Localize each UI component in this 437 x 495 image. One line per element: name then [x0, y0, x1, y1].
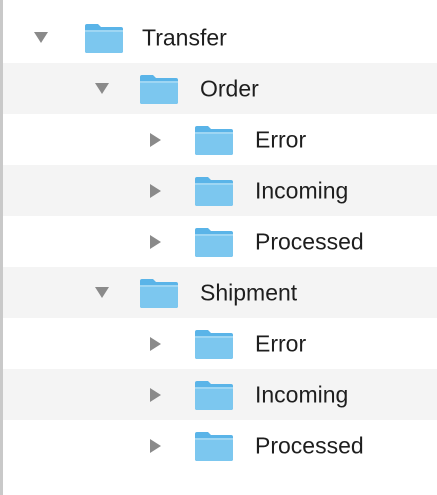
- disclosure-expanded-icon[interactable]: [94, 285, 110, 301]
- tree-row-shipment-incoming[interactable]: Incoming: [3, 369, 437, 420]
- folder-icon: [194, 124, 234, 156]
- folder-tree: Transfer Order Error Incoming Processed …: [3, 12, 437, 471]
- folder-label-processed: Processed: [255, 228, 364, 254]
- disclosure-expanded-icon[interactable]: [94, 81, 110, 97]
- disclosure-collapsed-icon[interactable]: [148, 132, 164, 148]
- folder-label-order: Order: [200, 75, 259, 101]
- tree-row-order-processed[interactable]: Processed: [3, 216, 437, 267]
- folder-label-incoming: Incoming: [255, 381, 349, 407]
- folder-icon: [194, 379, 234, 411]
- disclosure-collapsed-icon[interactable]: [148, 183, 164, 199]
- tree-row-order-incoming[interactable]: Incoming: [3, 165, 437, 216]
- disclosure-collapsed-icon[interactable]: [148, 387, 164, 403]
- folder-label-error: Error: [255, 126, 307, 152]
- tree-row-shipment[interactable]: Shipment: [3, 267, 437, 318]
- folder-icon: [139, 73, 179, 105]
- disclosure-collapsed-icon[interactable]: [148, 234, 164, 250]
- folder-icon: [84, 22, 124, 54]
- folder-label-transfer: Transfer: [142, 24, 227, 50]
- tree-row-order-error[interactable]: Error: [3, 114, 437, 165]
- folder-icon: [194, 430, 234, 462]
- folder-label-error: Error: [255, 330, 307, 356]
- tree-row-transfer[interactable]: Transfer: [3, 12, 437, 63]
- tree-row-shipment-processed[interactable]: Processed: [3, 420, 437, 471]
- disclosure-collapsed-icon[interactable]: [148, 336, 164, 352]
- disclosure-expanded-icon[interactable]: [33, 30, 49, 46]
- tree-row-order[interactable]: Order: [3, 63, 437, 114]
- folder-label-shipment: Shipment: [200, 279, 298, 305]
- folder-label-incoming: Incoming: [255, 177, 349, 203]
- folder-icon: [194, 226, 234, 258]
- folder-icon: [139, 277, 179, 309]
- folder-icon: [194, 175, 234, 207]
- folder-label-processed: Processed: [255, 432, 364, 458]
- disclosure-collapsed-icon[interactable]: [148, 438, 164, 454]
- folder-icon: [194, 328, 234, 360]
- file-browser-window: Transfer Order Error Incoming Processed …: [0, 0, 437, 495]
- tree-row-shipment-error[interactable]: Error: [3, 318, 437, 369]
